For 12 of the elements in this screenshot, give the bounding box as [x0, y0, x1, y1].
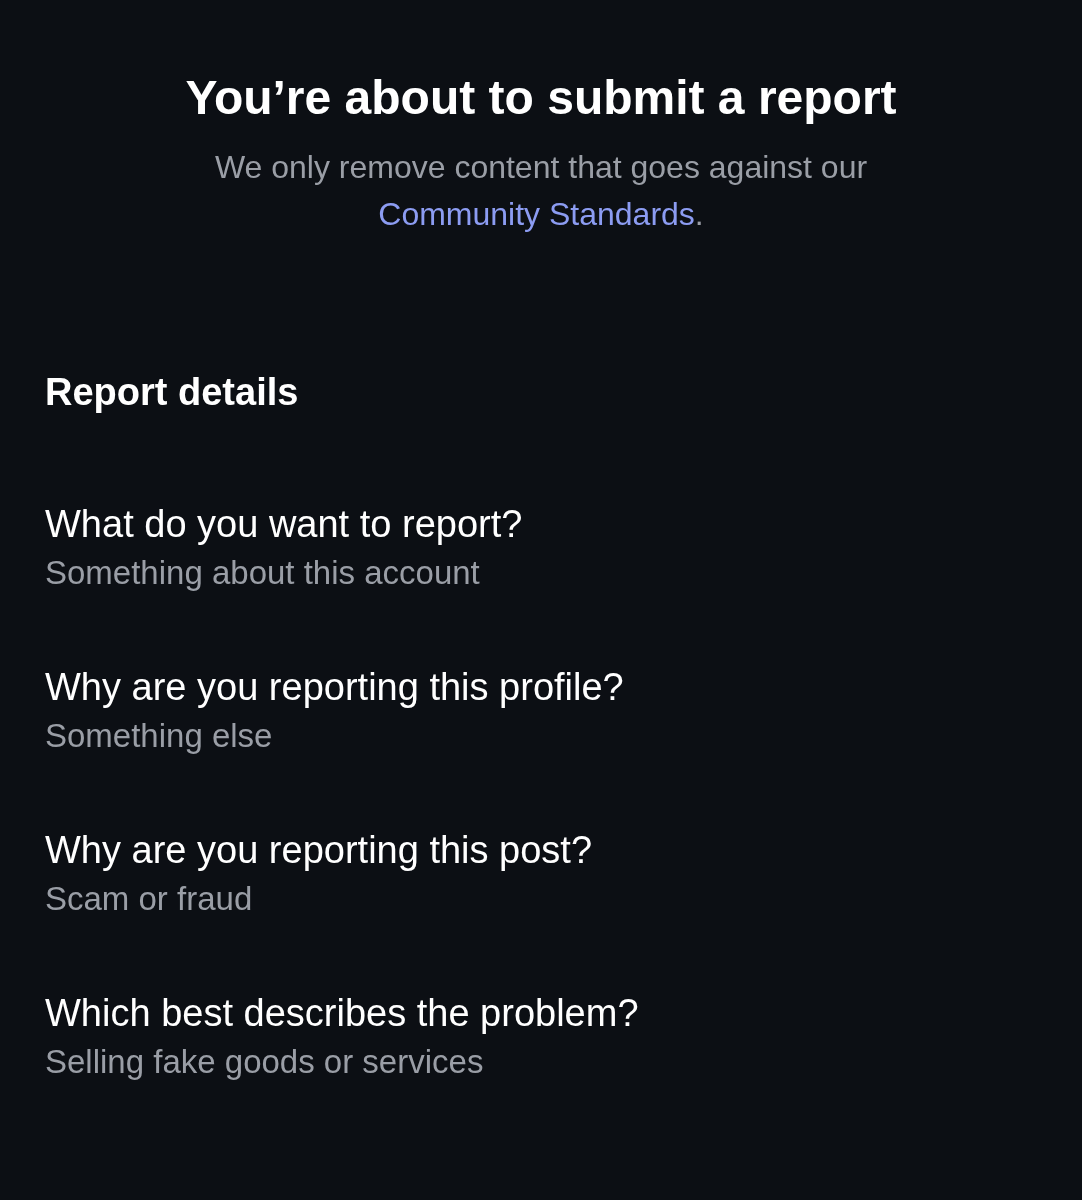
detail-answer: Scam or fraud: [45, 879, 254, 919]
detail-question: Why are you reporting this post?: [45, 828, 594, 873]
detail-question: Why are you reporting this profile?: [45, 665, 625, 710]
community-standards-link[interactable]: Community Standards: [378, 196, 695, 232]
detail-answer: Something about this account: [45, 553, 481, 593]
report-title: You’re about to submit a report: [184, 70, 898, 126]
detail-answer: Something else: [45, 716, 274, 756]
detail-question: What do you want to report?: [45, 502, 524, 547]
detail-question: Which best describes the problem?: [45, 991, 640, 1036]
detail-answer: Selling fake goods or services: [45, 1042, 485, 1082]
notice-text: We only remove content that goes against our Community Standards.: [213, 148, 869, 234]
section-title: Report details: [45, 370, 300, 415]
